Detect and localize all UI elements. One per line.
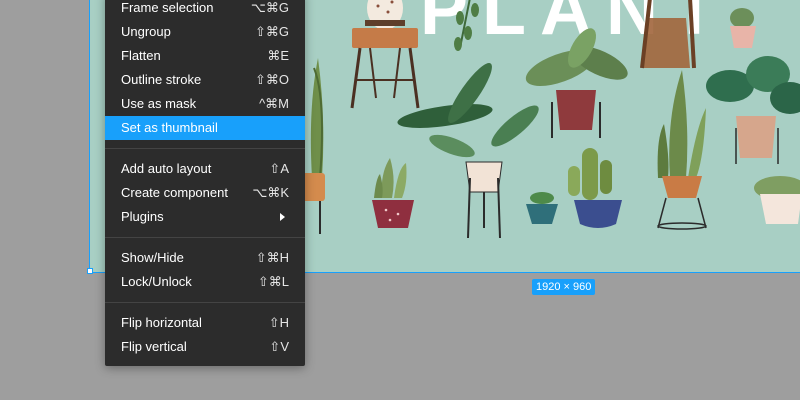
menu-item-shortcut: ⇧A bbox=[269, 161, 289, 176]
cactus-red-pot bbox=[372, 158, 414, 228]
menu-item-shortcut: ⇧V bbox=[269, 339, 289, 354]
design-canvas[interactable]: PLANT 1920 × 960 Frame selection ⌥⌘G Ung… bbox=[0, 0, 800, 400]
menu-item-label: Create component bbox=[121, 185, 228, 200]
succulent-bottom-right bbox=[754, 176, 800, 224]
menu-item-outline-stroke[interactable]: Outline stroke ⇧⌘O bbox=[105, 68, 305, 92]
menu-item-label: Add auto layout bbox=[121, 161, 212, 176]
menu-separator bbox=[105, 237, 305, 238]
menu-item-shortcut: ⌘E bbox=[267, 48, 289, 63]
menu-item-label: Frame selection bbox=[121, 0, 214, 15]
menu-item-shortcut: ⇧⌘O bbox=[254, 72, 289, 87]
context-menu: Frame selection ⌥⌘G Ungroup ⇧⌘G Flatten … bbox=[105, 0, 305, 366]
menu-separator bbox=[105, 148, 305, 149]
menu-item-shortcut: ⌥⌘G bbox=[250, 0, 289, 15]
menu-item-label: Flatten bbox=[121, 48, 161, 63]
menu-item-plugins[interactable]: Plugins bbox=[105, 205, 305, 229]
menu-item-shortcut: ⇧⌘L bbox=[257, 274, 289, 289]
menu-item-flip-horizontal[interactable]: Flip horizontal ⇧H bbox=[105, 311, 305, 335]
menu-item-show-hide[interactable]: Show/Hide ⇧⌘H bbox=[105, 246, 305, 270]
pink-pot-cactus bbox=[730, 8, 756, 48]
palm-plant-stand bbox=[397, 63, 539, 239]
menu-item-set-as-thumbnail[interactable]: Set as thumbnail bbox=[105, 116, 305, 140]
menu-item-shortcut: ^⌘M bbox=[259, 96, 289, 111]
stool-plant bbox=[350, 0, 420, 109]
menu-item-use-as-mask[interactable]: Use as mask ^⌘M bbox=[105, 92, 305, 116]
menu-item-label: Show/Hide bbox=[121, 250, 184, 265]
menu-item-frame-selection[interactable]: Frame selection ⌥⌘G bbox=[105, 0, 305, 20]
menu-item-create-component[interactable]: Create component ⌥⌘K bbox=[105, 181, 305, 205]
menu-item-label: Flip horizontal bbox=[121, 315, 202, 330]
menu-item-label: Flip vertical bbox=[121, 339, 187, 354]
frame-resize-handle[interactable] bbox=[87, 268, 93, 274]
menu-item-shortcut: ⇧⌘H bbox=[255, 250, 289, 265]
menu-item-shortcut: ⇧⌘G bbox=[254, 24, 289, 39]
menu-item-label: Lock/Unlock bbox=[121, 274, 192, 289]
monstera-plant bbox=[706, 56, 800, 164]
snake-plant-right bbox=[657, 70, 707, 230]
submenu-arrow-icon bbox=[280, 213, 285, 221]
menu-item-label: Set as thumbnail bbox=[121, 120, 218, 135]
menu-item-flatten[interactable]: Flatten ⌘E bbox=[105, 44, 305, 68]
menu-item-flip-vertical[interactable]: Flip vertical ⇧V bbox=[105, 335, 305, 359]
menu-separator bbox=[105, 302, 305, 303]
menu-item-label: Ungroup bbox=[121, 24, 171, 39]
teal-pot-succulent bbox=[526, 192, 558, 224]
frame-size-badge: 1920 × 960 bbox=[532, 279, 596, 295]
menu-item-label: Plugins bbox=[121, 209, 164, 224]
menu-item-lock-unlock[interactable]: Lock/Unlock ⇧⌘L bbox=[105, 270, 305, 294]
menu-item-label: Use as mask bbox=[121, 96, 197, 111]
menu-item-shortcut: ⇧H bbox=[268, 315, 289, 330]
menu-item-add-auto-layout[interactable]: Add auto layout ⇧A bbox=[105, 157, 305, 181]
menu-item-ungroup[interactable]: Ungroup ⇧⌘G bbox=[105, 20, 305, 44]
menu-item-label: Outline stroke bbox=[121, 72, 202, 87]
cactus-blue-pot bbox=[568, 148, 622, 228]
menu-item-shortcut: ⌥⌘K bbox=[252, 185, 289, 200]
